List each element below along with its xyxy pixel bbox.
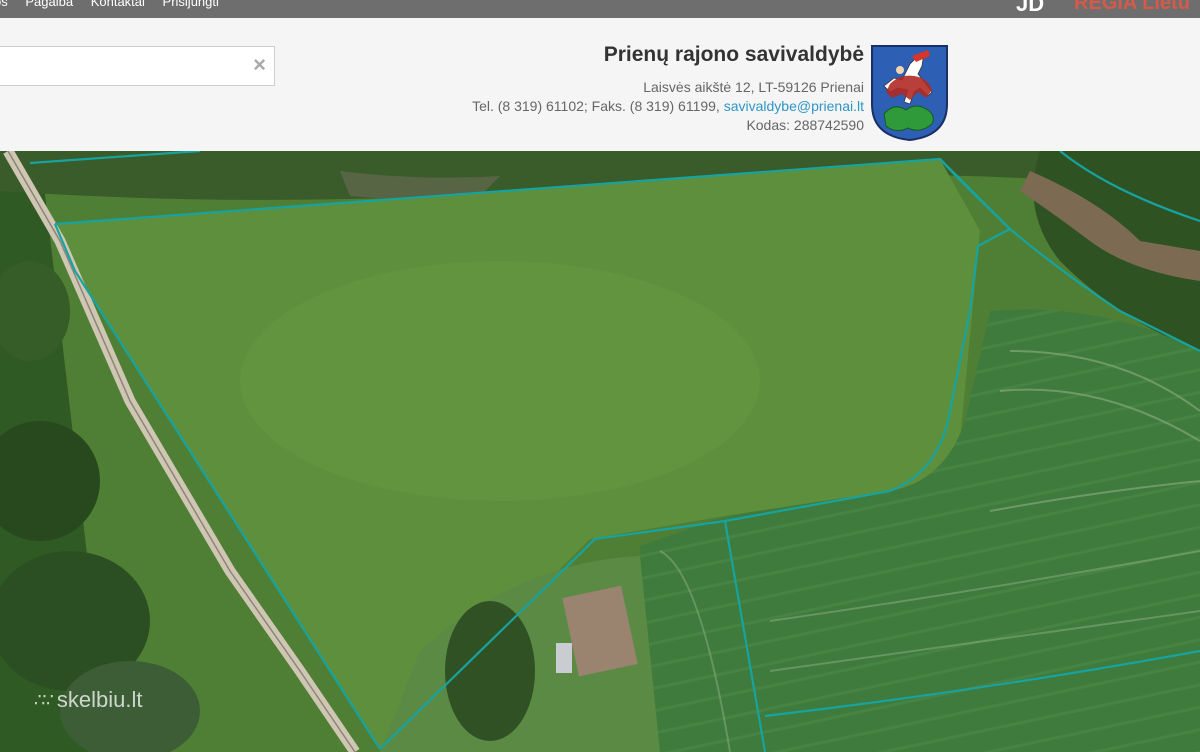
municipality-address: Laisvės aikštė 12, LT-59126 Prienai	[643, 79, 864, 95]
top-nav-contacts[interactable]: Kontaktai	[91, 0, 145, 9]
header: × Prienų rajono savivaldybė Laisvės aikš…	[0, 18, 1200, 152]
top-nav-login[interactable]: Prisijungti	[163, 0, 219, 9]
watermark-text: skelbiu.lt	[56, 687, 143, 712]
top-bar: os Pagalba Kontaktai Prisijungti JD REGI…	[0, 0, 1200, 18]
municipality-contacts: Tel. (8 319) 61102; Faks. (8 319) 61199,…	[472, 97, 864, 116]
regia-logo[interactable]: REGIA Lietu	[1074, 0, 1190, 15]
map-view[interactable]: ∴∵ skelbiu.lt	[0, 151, 1200, 752]
search-input[interactable]: ×	[0, 46, 275, 86]
municipality-phone: Tel. (8 319) 61102; Faks. (8 319) 61199,	[472, 98, 720, 114]
top-nav-help[interactable]: Pagalba	[25, 0, 73, 9]
municipality-name: Prienų rajono savivaldybė	[603, 43, 864, 66]
close-icon[interactable]: ×	[253, 54, 266, 76]
top-nav: os Pagalba Kontaktai Prisijungti	[0, 0, 233, 9]
municipality-info: Prienų rajono savivaldybė Laisvės aikštė…	[472, 42, 864, 135]
jd-logo[interactable]: JD	[1016, 0, 1044, 17]
top-nav-item[interactable]: os	[0, 0, 8, 9]
aerial-map-canvas[interactable]	[0, 151, 1200, 752]
coat-of-arms-icon[interactable]	[870, 44, 949, 142]
watermark-logo-icon: ∴∵	[34, 689, 54, 710]
watermark: ∴∵ skelbiu.lt	[34, 687, 143, 713]
municipality-code: Kodas: 288742590	[746, 117, 864, 133]
municipality-email-link[interactable]: savivaldybe@prienai.lt	[724, 98, 864, 114]
